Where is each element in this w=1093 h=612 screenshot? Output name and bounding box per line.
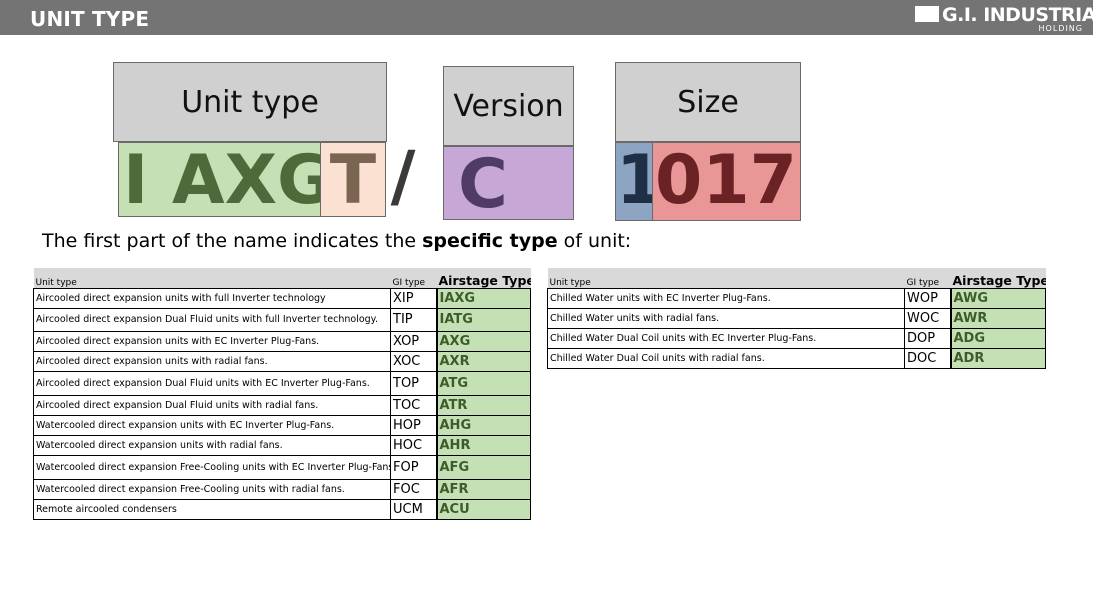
table-row: Aircooled direct expansion Dual Fluid un…: [33, 394, 531, 416]
cell-airstage-type: AHG: [435, 414, 531, 436]
table-row: Watercooled direct expansion Free-Coolin…: [33, 478, 531, 500]
cell-unit-type: Chilled Water Dual Coil units with EC In…: [547, 328, 905, 349]
cell-gi-type: TOP: [390, 371, 437, 396]
cell-gi-type: XOP: [390, 331, 437, 352]
code-slash: /: [390, 139, 416, 216]
cell-airstage-type: AWR: [949, 307, 1046, 329]
cell-airstage-type: AFG: [435, 454, 531, 480]
cell-unit-type: Aircooled direct expansion Dual Fluid un…: [33, 371, 391, 396]
table-header-row: Unit type GI type Airstage Type: [33, 268, 531, 289]
cell-gi-type: TIP: [390, 308, 437, 332]
table-row: Chilled Water units with radial fans. WOC…: [547, 307, 1046, 329]
unit-type-table-left: Unit type GI type Airstage Type Aircoole…: [33, 268, 531, 520]
cell-airstage-type: IAXG: [435, 287, 531, 309]
code-unit-type: I AXG: [118, 142, 322, 217]
cell-unit-type: Watercooled direct expansion units with …: [33, 435, 391, 456]
intro-text-bold: specific type: [422, 230, 558, 252]
table-row: Watercooled direct expansion units with …: [33, 434, 531, 456]
cell-airstage-type: AFR: [435, 478, 531, 500]
table-row: Chilled Water Dual Coil units with radia…: [547, 347, 1046, 369]
table-row: Aircooled direct expansion Dual Fluid un…: [33, 307, 531, 332]
cell-airstage-type: AXG: [435, 330, 531, 352]
col-header-gi-type: GI type: [390, 268, 437, 289]
page-title: UNIT TYPE: [30, 7, 150, 31]
cell-airstage-type: ADG: [949, 327, 1046, 349]
table-row: Aircooled direct expansion units with ra…: [33, 350, 531, 372]
cell-gi-type: FOP: [390, 455, 437, 480]
unit-type-table-right: Unit type GI type Airstage Type Chilled …: [547, 268, 1046, 369]
code-size-first: 1: [615, 142, 653, 221]
intro-text-part: of unit:: [557, 230, 632, 252]
cell-airstage-type: AWG: [949, 287, 1046, 309]
cell-airstage-type: AXR: [435, 350, 531, 372]
cell-gi-type: UCM: [390, 499, 437, 520]
unit-type-label-box: Unit type: [113, 62, 387, 142]
cell-unit-type: Chilled Water units with radial fans.: [547, 308, 905, 329]
cell-gi-type: FOC: [390, 479, 437, 500]
table-row: Watercooled direct expansion units with …: [33, 414, 531, 436]
cell-unit-type: Aircooled direct expansion units with fu…: [33, 288, 391, 309]
logo-brand: G.I. INDUSTRIAL: [942, 4, 1093, 26]
cell-gi-type: DOP: [904, 328, 951, 349]
cell-unit-type: Aircooled direct expansion Dual Fluid un…: [33, 395, 391, 416]
version-label-box: Version: [443, 66, 574, 146]
table-row: Aircooled direct expansion units with fu…: [33, 287, 531, 309]
cell-gi-type: XOC: [390, 351, 437, 372]
cell-gi-type: WOC: [904, 308, 951, 329]
cell-gi-type: TOC: [390, 395, 437, 416]
header-bar: UNIT TYPE G.I. INDUSTRIAL HOLDING: [0, 0, 1093, 35]
cell-unit-type: Chilled Water Dual Coil units with radia…: [547, 348, 905, 369]
col-header-airstage-type: Airstage Type: [950, 268, 1046, 288]
cell-gi-type: HOC: [390, 435, 437, 456]
col-header-airstage-type: Airstage Type: [436, 268, 531, 288]
cell-unit-type: Aircooled direct expansion Dual Fluid un…: [33, 308, 391, 332]
cell-gi-type: WOP: [904, 288, 951, 309]
table-row: Remote aircooled condensers UCM ACU: [33, 498, 531, 520]
table-row: Chilled Water units with EC Inverter Plu…: [547, 287, 1046, 309]
table-row: Watercooled direct expansion Free-Coolin…: [33, 454, 531, 480]
code-size-rest: 017: [652, 142, 801, 221]
code-suffix: T: [320, 142, 386, 217]
table-row: Chilled Water Dual Coil units with EC In…: [547, 327, 1046, 349]
cell-unit-type: Remote aircooled condensers: [33, 499, 391, 520]
cell-gi-type: DOC: [904, 348, 951, 369]
cell-airstage-type: IATG: [435, 307, 531, 332]
table-header-row: Unit type GI type Airstage Type: [547, 268, 1046, 289]
cell-unit-type: Watercooled direct expansion Free-Coolin…: [33, 479, 391, 500]
logo-sub: HOLDING: [1038, 24, 1083, 33]
col-header-unit-type: Unit type: [547, 268, 905, 289]
gi-industrial-logo: G.I. INDUSTRIAL HOLDING: [915, 4, 1093, 33]
col-header-gi-type: GI type: [904, 268, 951, 289]
cell-airstage-type: ATG: [435, 370, 531, 396]
table-row: Aircooled direct expansion units with EC…: [33, 330, 531, 352]
code-version: C: [443, 146, 574, 220]
cell-unit-type: Aircooled direct expansion units with EC…: [33, 331, 391, 352]
logo-mark-icon: [915, 6, 939, 22]
col-header-unit-type: Unit type: [33, 268, 391, 289]
cell-unit-type: Watercooled direct expansion units with …: [33, 415, 391, 436]
size-label-box: Size: [615, 62, 801, 142]
intro-text-part: The first part of the name indicates the: [42, 230, 423, 252]
cell-airstage-type: AHR: [435, 434, 531, 456]
cell-airstage-type: ACU: [435, 498, 531, 520]
cell-unit-type: Watercooled direct expansion Free-Coolin…: [33, 455, 391, 480]
cell-airstage-type: ATR: [435, 394, 531, 416]
cell-gi-type: XIP: [390, 288, 437, 309]
cell-unit-type: Aircooled direct expansion units with ra…: [33, 351, 391, 372]
intro-text: The first part of the name indicates the…: [42, 230, 631, 252]
cell-airstage-type: ADR: [949, 347, 1046, 369]
cell-gi-type: HOP: [390, 415, 437, 436]
table-row: Aircooled direct expansion Dual Fluid un…: [33, 370, 531, 396]
cell-unit-type: Chilled Water units with EC Inverter Plu…: [547, 288, 905, 309]
